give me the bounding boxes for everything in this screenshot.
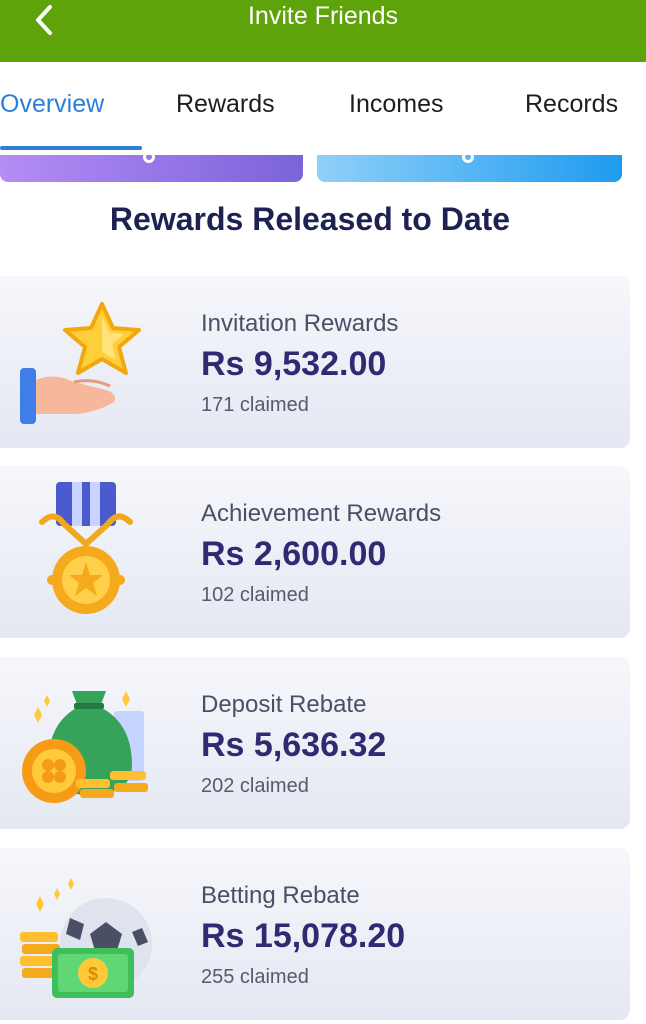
section-title: Rewards Released to Date [109, 201, 511, 237]
tab-incomes[interactable]: Incomes [349, 90, 443, 119]
tab-records[interactable]: Records [525, 90, 618, 119]
money-bag-icon [22, 691, 148, 803]
card-title: Deposit Rebate [201, 691, 367, 718]
card-amount: Rs 9,532.00 [201, 345, 387, 383]
reward-card-betting[interactable]: $ Betting Rebate Rs 15,078.20 255 claime… [0, 848, 630, 1020]
card-title: Betting Rebate [201, 882, 360, 909]
svg-text:$: $ [88, 964, 98, 984]
card-claimed-count: 202 claimed [201, 775, 309, 797]
card-claimed-count: 255 claimed [201, 966, 309, 988]
tab-rewards[interactable]: Rewards [176, 90, 275, 119]
card-claimed-count: 102 claimed [201, 584, 309, 606]
active-tab-indicator [0, 146, 142, 150]
reward-card-achievement[interactable]: Achievement Rewards Rs 2,600.00 102 clai… [0, 466, 630, 638]
card-title: Achievement Rewards [201, 500, 442, 527]
card-amount: Rs 5,636.32 [201, 726, 387, 764]
card-title: Invitation Rewards [201, 310, 399, 337]
hand-star-icon [20, 302, 141, 424]
reward-card-deposit[interactable]: Deposit Rebate Rs 5,636.32 202 claimed [0, 657, 630, 829]
page-title: Invite Friends [247, 2, 399, 30]
card-amount: Rs 2,600.00 [201, 535, 387, 573]
tab-bar: Overview Rewards Incomes Records [0, 62, 646, 152]
strip-dot [462, 155, 474, 163]
summary-card-purple [0, 155, 303, 182]
summary-card-blue [317, 155, 622, 182]
tab-overview[interactable]: Overview [0, 90, 104, 119]
reward-card-invitation[interactable]: Invitation Rewards Rs 9,532.00 171 claim… [0, 276, 630, 448]
app-header: Invite Friends [0, 0, 646, 62]
medal-icon [39, 482, 133, 614]
strip-dot [143, 155, 155, 163]
card-claimed-count: 171 claimed [201, 394, 309, 416]
card-amount: Rs 15,078.20 [201, 917, 406, 955]
soccer-ball-cash-icon: $ [20, 878, 152, 998]
